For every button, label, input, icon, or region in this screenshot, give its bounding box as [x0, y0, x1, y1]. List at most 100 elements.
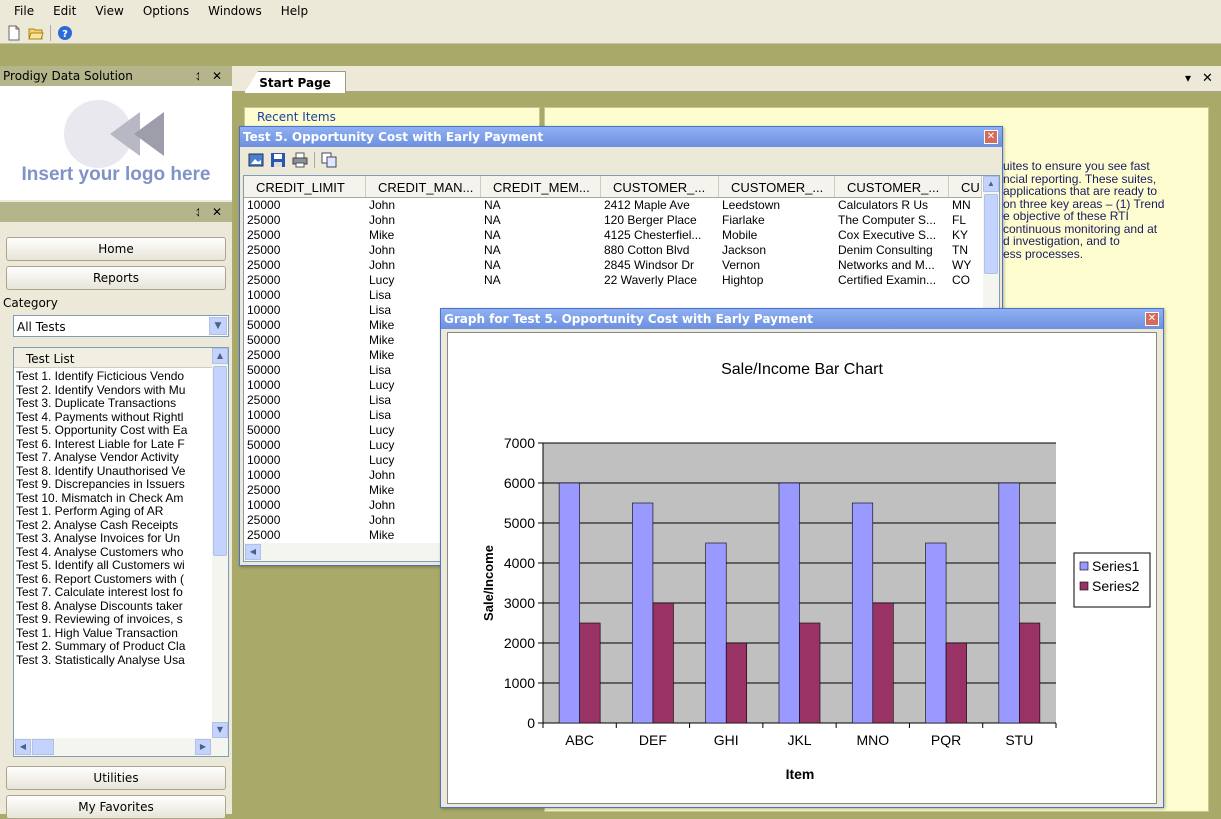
table-row[interactable]: 25000 John NA 880 Cotton Blvd Jackson Denim C… [244, 243, 982, 258]
menu-help[interactable]: Help [281, 4, 308, 18]
data-window-titlebar[interactable]: Test 5. Opportunity Cost with Early Paym… [240, 127, 1002, 147]
y-tick-label: 0 [527, 715, 535, 731]
scroll-down-button[interactable]: ▼ [212, 722, 228, 738]
scroll-up-button[interactable]: ▲ [212, 348, 228, 364]
hscroll-thumb[interactable] [32, 739, 54, 755]
test-list-item[interactable]: Test 8. Analyse Discounts taker [14, 600, 212, 614]
open-folder-icon[interactable] [28, 25, 44, 41]
table-row[interactable]: 10000 Lisa [244, 288, 982, 303]
close-icon[interactable]: ✕ [984, 130, 998, 144]
scroll-right-button[interactable]: ▶ [195, 739, 211, 755]
table-row[interactable]: 25000 John NA 2845 Windsor Dr Vernon Networks… [244, 258, 982, 273]
menu-windows[interactable]: Windows [208, 4, 262, 18]
vertical-scrollbar[interactable]: ▲ ▼ [212, 348, 228, 738]
table-cell: John [369, 198, 396, 212]
bar-series1 [558, 482, 580, 724]
save-icon[interactable] [270, 152, 286, 168]
table-cell: Calculators R Us [838, 198, 929, 212]
logo-graphic [64, 100, 164, 168]
test-list-item[interactable]: Test 3. Duplicate Transactions [14, 397, 212, 411]
x-tick-label: GHI [714, 732, 739, 748]
test-list-item[interactable]: Test 7. Calculate interest lost fo [14, 586, 212, 600]
category-select[interactable]: All Tests ▼ [13, 315, 229, 337]
y-tick-label: 2000 [504, 635, 535, 651]
tab-close-icon[interactable]: ✕ [1202, 71, 1213, 86]
test-list-item[interactable]: Test 3. Statistically Analyse Usa [14, 654, 212, 668]
graph-window: Graph for Test 5. Opportunity Cost with … [440, 308, 1164, 808]
table-cell: Lucy [369, 273, 395, 287]
test-list-item[interactable]: Test 1. High Value Transaction [14, 627, 212, 641]
menu-bar: File Edit View Options Windows Help [0, 0, 1221, 22]
chevron-down-icon[interactable]: ▼ [209, 317, 227, 335]
close-icon[interactable]: ✕ [212, 69, 222, 83]
column-header[interactable]: CUSTOMER_... [835, 176, 949, 197]
y-tick-label: 6000 [504, 475, 535, 491]
help-icon[interactable]: ? [57, 25, 73, 41]
table-cell: John [369, 213, 396, 227]
panel-controls: ⥑ ✕ [196, 69, 222, 84]
menu-edit[interactable]: Edit [53, 4, 76, 18]
copy-icon[interactable] [321, 152, 337, 168]
tab-bar: Start Page ▾ ✕ [232, 66, 1221, 93]
scroll-up-button[interactable]: ▲ [983, 176, 999, 192]
pin-icon[interactable]: ⥑ [196, 205, 202, 219]
column-header[interactable]: CREDIT_LIMIT [244, 176, 366, 197]
test-list: Test List Test 1. Identify Ficticious Ve… [13, 347, 229, 757]
print-icon[interactable] [292, 152, 308, 168]
tab-start-page[interactable]: Start Page [244, 71, 346, 93]
utilities-button[interactable]: Utilities [6, 766, 226, 790]
test-list-item[interactable]: Test 4. Payments without Rightl [14, 411, 212, 425]
test-list-item[interactable]: Test 7. Analyse Vendor Activity [14, 451, 212, 465]
scroll-thumb[interactable] [213, 366, 227, 556]
test-list-item[interactable]: Test 1. Identify Ficticious Vendo [14, 370, 212, 384]
column-header[interactable]: CREDIT_MAN... [366, 176, 481, 197]
test-list-item[interactable]: Test 4. Analyse Customers who [14, 546, 212, 560]
home-button[interactable]: Home [6, 237, 226, 261]
menu-view[interactable]: View [95, 4, 123, 18]
scroll-left-button[interactable]: ◀ [245, 544, 261, 560]
table-cell: Leedstown [722, 198, 781, 212]
close-icon[interactable]: ✕ [1145, 312, 1159, 326]
tab-dropdown-icon[interactable]: ▾ [1185, 71, 1191, 85]
test-list-item[interactable]: Test 9. Discrepancies in Issuers [14, 478, 212, 492]
test-list-item[interactable]: Test 10. Mismatch in Check Am [14, 492, 212, 506]
test-list-item[interactable]: Test 6. Interest Liable for Late F [14, 438, 212, 452]
column-header[interactable]: CUSTOMER_... [719, 176, 835, 197]
test-list-item[interactable]: Test 1. Perform Aging of AR [14, 505, 212, 519]
pin-icon[interactable]: ⥑ [196, 69, 202, 83]
test-list-item[interactable]: Test 9. Reviewing of invoices, s [14, 613, 212, 627]
test-list-item[interactable]: Test 2. Summary of Product Cla [14, 640, 212, 654]
test-list-item[interactable]: Test 6. Report Customers with ( [14, 573, 212, 587]
test-list-item[interactable]: Test 5. Identify all Customers wi [14, 559, 212, 573]
table-row[interactable]: 25000 Lucy NA 22 Waverly Place Hightop Certif… [244, 273, 982, 288]
table-row[interactable]: 25000 John NA 120 Berger Place Fiarlake The C… [244, 213, 982, 228]
table-row[interactable]: 25000 Mike NA 4125 Chesterfiel... Mobile Cox … [244, 228, 982, 243]
scroll-thumb[interactable] [984, 194, 998, 274]
menu-options[interactable]: Options [143, 4, 189, 18]
reports-button[interactable]: Reports [6, 266, 226, 290]
table-cell: John [369, 243, 396, 257]
my-favorites-button[interactable]: My Favorites [6, 795, 226, 819]
test-list-header[interactable]: Test List [14, 348, 212, 368]
table-cell: WY [952, 258, 972, 272]
horizontal-scrollbar[interactable]: ◀ ▶ [14, 738, 228, 756]
table-cell: NA [484, 243, 501, 257]
column-header[interactable]: CUSTOMER_... [601, 176, 719, 197]
column-header[interactable]: CU [949, 176, 982, 197]
scroll-left-button[interactable]: ◀ [15, 739, 31, 755]
table-row[interactable]: 10000 John NA 2412 Maple Ave Leedstown Calcul… [244, 198, 982, 213]
menu-file[interactable]: File [14, 4, 34, 18]
image-icon[interactable] [248, 152, 264, 168]
test-list-item[interactable]: Test 3. Analyse Invoices for Un [14, 532, 212, 546]
test-list-item[interactable]: Test 2. Identify Vendors with Mu [14, 384, 212, 398]
test-list-item[interactable]: Test 8. Identify Unauthorised Ve [14, 465, 212, 479]
intro-text: uites to ensure you see fast ncial report… [1003, 160, 1208, 260]
close-icon[interactable]: ✕ [212, 205, 222, 219]
new-document-icon[interactable] [6, 25, 22, 41]
panel-title: Prodigy Data Solution [3, 69, 133, 83]
column-header[interactable]: CREDIT_MEM... [481, 176, 601, 197]
test-list-item[interactable]: Test 2. Analyse Cash Receipts [14, 519, 212, 533]
bar-chart: Sale/Income Bar Chart 0 1000 2000 3000 4000 50… [481, 361, 1151, 782]
test-list-item[interactable]: Test 5. Opportunity Cost with Ea [14, 424, 212, 438]
graph-window-titlebar[interactable]: Graph for Test 5. Opportunity Cost with … [441, 309, 1163, 329]
